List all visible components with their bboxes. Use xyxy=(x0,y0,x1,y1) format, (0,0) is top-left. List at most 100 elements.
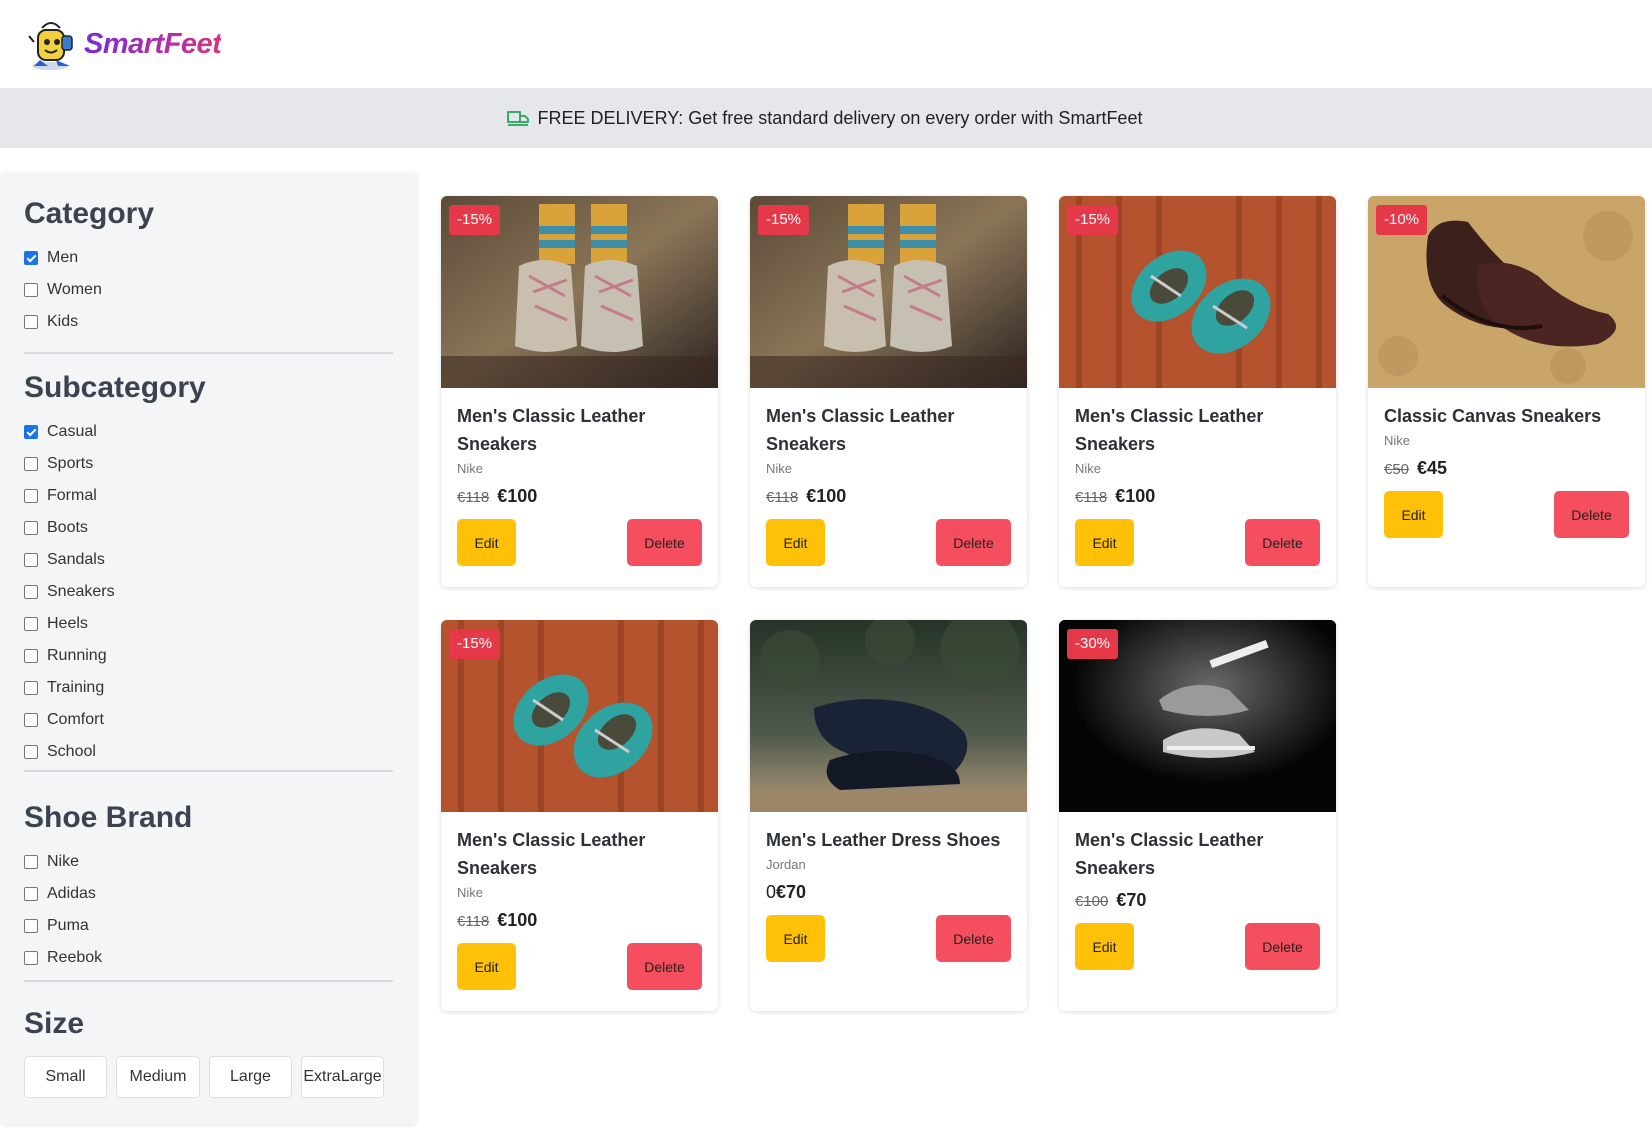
discount-badge: -30% xyxy=(1067,629,1119,659)
delete-button[interactable]: Delete xyxy=(1554,491,1629,538)
product-image[interactable]: -15% xyxy=(441,196,718,388)
product-card[interactable]: -15% Men's Classic Leather Sneakers Nike €1… xyxy=(750,196,1027,587)
checkbox[interactable] xyxy=(24,457,38,471)
brand-title: Shoe Brand xyxy=(24,801,193,834)
current-price: €100 xyxy=(497,910,538,930)
delete-button[interactable]: Delete xyxy=(627,943,702,990)
product-title[interactable]: Men's Classic Leather Sneakers xyxy=(1075,826,1320,882)
filter-option[interactable]: Casual xyxy=(24,416,393,448)
checkbox[interactable] xyxy=(24,617,38,631)
product-card[interactable]: -30% Men's Classic Leather Sneakers €100 €7… xyxy=(1059,620,1336,1011)
checkbox[interactable] xyxy=(24,887,38,901)
edit-button[interactable]: Edit xyxy=(766,519,825,566)
filter-sidebar: Category Men Women Kids Subcategory Casual… xyxy=(0,172,417,1124)
filter-option-label: Nike xyxy=(47,853,80,870)
filter-option-label: Boots xyxy=(47,519,88,536)
current-price: €70 xyxy=(1116,890,1147,910)
filter-option[interactable]: Boots xyxy=(24,512,393,544)
product-card-body: Men's Classic Leather Sneakers Nike €118 €1… xyxy=(1059,388,1336,582)
filter-option[interactable]: Running xyxy=(24,640,393,672)
product-brand: Nike xyxy=(457,885,484,900)
checkbox[interactable] xyxy=(24,681,38,695)
checkbox[interactable] xyxy=(24,283,38,297)
checkbox[interactable] xyxy=(24,919,38,933)
filter-option[interactable]: Reebok xyxy=(24,942,393,974)
filter-option[interactable]: Men xyxy=(24,242,393,274)
checkbox[interactable] xyxy=(24,713,38,727)
price-row: €118 €100 xyxy=(457,486,702,507)
filter-option-label: Running xyxy=(47,647,107,664)
product-image[interactable]: -10% xyxy=(1368,196,1645,388)
price-row: €50 €45 xyxy=(1384,458,1629,479)
edit-button[interactable]: Edit xyxy=(1384,491,1443,538)
card-actions: Edit Delete xyxy=(766,519,1011,566)
product-card[interactable]: -15% Men's Classic Leather Sneakers Nike €1… xyxy=(1059,196,1336,587)
delete-button[interactable]: Delete xyxy=(936,519,1011,566)
checkbox[interactable] xyxy=(24,553,38,567)
product-card[interactable]: Men's Leather Dress Shoes Jordan 0 €70 Edit D… xyxy=(750,620,1027,1011)
old-price: €118 xyxy=(766,489,799,506)
category-filter: Category Men Women Kids xyxy=(24,196,393,338)
edit-button[interactable]: Edit xyxy=(457,519,516,566)
filter-option-label: Puma xyxy=(47,917,89,934)
size-button[interactable]: Small xyxy=(24,1056,107,1098)
product-title[interactable]: Classic Canvas Sneakers xyxy=(1384,402,1629,430)
filter-option-label: School xyxy=(47,743,96,760)
checkbox[interactable] xyxy=(24,489,38,503)
filter-option[interactable]: Training xyxy=(24,672,393,704)
checkbox[interactable] xyxy=(24,585,38,599)
delete-button[interactable]: Delete xyxy=(627,519,702,566)
filter-option[interactable]: Comfort xyxy=(24,704,393,736)
filter-option[interactable]: Sandals xyxy=(24,544,393,576)
filter-option[interactable]: Kids xyxy=(24,306,393,338)
product-image[interactable]: -15% xyxy=(441,620,718,812)
filter-option[interactable]: Sneakers xyxy=(24,576,393,608)
filter-option-label: Sneakers xyxy=(47,583,115,600)
product-title[interactable]: Men's Leather Dress Shoes xyxy=(766,826,1011,854)
size-button[interactable]: Large xyxy=(209,1056,292,1098)
product-card[interactable]: -15% Men's Classic Leather Sneakers Nike €1… xyxy=(441,196,718,587)
product-title[interactable]: Men's Classic Leather Sneakers xyxy=(457,826,702,882)
product-image[interactable] xyxy=(750,620,1027,812)
filter-option[interactable]: Nike xyxy=(24,846,393,878)
size-button[interactable]: ExtraLarge xyxy=(301,1056,384,1098)
product-title[interactable]: Men's Classic Leather Sneakers xyxy=(1075,402,1320,458)
logo[interactable]: SmartFeet xyxy=(26,16,222,72)
delete-button[interactable]: Delete xyxy=(1245,519,1320,566)
product-card[interactable]: -15% Men's Classic Leather Sneakers Nike €1… xyxy=(441,620,718,1011)
size-button[interactable]: Medium xyxy=(116,1056,200,1098)
product-image[interactable]: -15% xyxy=(750,196,1027,388)
filter-option[interactable]: School xyxy=(24,736,393,768)
edit-button[interactable]: Edit xyxy=(766,915,825,962)
checkbox[interactable] xyxy=(24,425,38,439)
product-title[interactable]: Men's Classic Leather Sneakers xyxy=(766,402,1011,458)
old-price: €118 xyxy=(457,489,490,506)
edit-button[interactable]: Edit xyxy=(1075,519,1134,566)
product-card-body: Men's Classic Leather Sneakers €100 €70 Edi… xyxy=(1059,812,1336,986)
filter-option[interactable]: Sports xyxy=(24,448,393,480)
checkbox[interactable] xyxy=(24,649,38,663)
checkbox[interactable] xyxy=(24,951,38,965)
filter-option[interactable]: Women xyxy=(24,274,393,306)
edit-button[interactable]: Edit xyxy=(1075,923,1134,970)
edit-button[interactable]: Edit xyxy=(457,943,516,990)
filter-option[interactable]: Formal xyxy=(24,480,393,512)
checkbox[interactable] xyxy=(24,855,38,869)
checkbox[interactable] xyxy=(24,251,38,265)
product-image[interactable]: -15% xyxy=(1059,196,1336,388)
delete-button[interactable]: Delete xyxy=(936,915,1011,962)
brand-filter: Shoe Brand Nike Adidas Puma Reebok xyxy=(24,800,393,974)
filter-option[interactable]: Puma xyxy=(24,910,393,942)
filter-option[interactable]: Heels xyxy=(24,608,393,640)
card-actions: Edit Delete xyxy=(766,915,1011,962)
product-image[interactable]: -30% xyxy=(1059,620,1336,812)
product-card[interactable]: -10% Classic Canvas Sneakers Nike €50 €45 Edi… xyxy=(1368,196,1645,587)
checkbox[interactable] xyxy=(24,521,38,535)
checkbox[interactable] xyxy=(24,315,38,329)
price-row: 0 €70 xyxy=(766,882,1011,903)
checkbox[interactable] xyxy=(24,745,38,759)
size-title: Size xyxy=(24,1007,85,1040)
delete-button[interactable]: Delete xyxy=(1245,923,1320,970)
filter-option[interactable]: Adidas xyxy=(24,878,393,910)
product-title[interactable]: Men's Classic Leather Sneakers xyxy=(457,402,702,458)
